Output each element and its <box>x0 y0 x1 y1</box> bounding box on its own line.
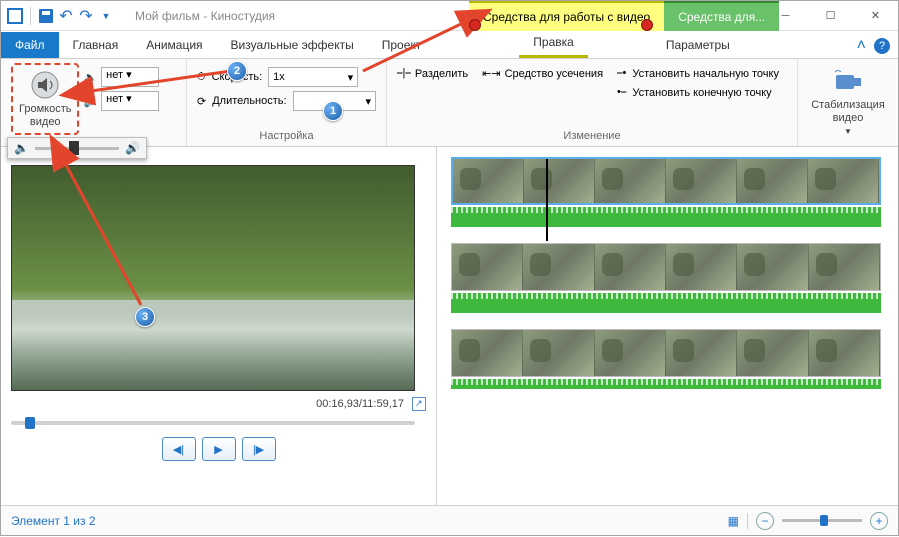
speaker-mute-icon: 🔈 <box>14 141 29 155</box>
tab-home[interactable]: Главная <box>59 32 133 58</box>
clip-3[interactable] <box>451 329 881 389</box>
play-button[interactable]: ▶ <box>202 437 236 461</box>
timeline-pane[interactable] <box>436 147 898 505</box>
set-start-point-button[interactable]: ⎯• Установить начальную точку <box>617 67 779 80</box>
zoom-controls: ▦ − + <box>728 512 888 530</box>
ribbon-group-editing: ⎯|⎯ Разделить ⇤⇥ Средство усечения ⎯• Ус… <box>387 59 798 146</box>
volume-slider-thumb[interactable] <box>69 141 79 155</box>
speed-icon: ⏱ <box>197 71 206 84</box>
split-button[interactable]: ⎯|⎯ Разделить <box>397 67 468 80</box>
trim-tool-button[interactable]: ⇤⇥ Средство усечения <box>482 67 603 80</box>
speaker-icon <box>29 69 61 101</box>
window-title: Мой фильм - Киностудия <box>135 9 275 23</box>
ribbon-group-stabilize: Стабилизация видео ▼ <box>798 59 898 146</box>
ribbon-help-group: ˄ ? <box>857 37 890 55</box>
duration-label: Длительность: <box>212 95 286 107</box>
zoom-out-button[interactable]: − <box>756 512 774 530</box>
clip-1[interactable] <box>451 157 881 227</box>
ribbon-group-settings: ⏱ Скорость: 1x▾ ⟳ Длительность: ▾ Настро… <box>187 59 387 146</box>
tab-project[interactable]: Проект <box>368 32 436 58</box>
save-icon[interactable] <box>38 8 54 24</box>
minimize-button[interactable]: ─ <box>763 1 808 30</box>
app-icon <box>7 8 23 24</box>
maximize-button[interactable]: ☐ <box>808 1 853 30</box>
status-bar: Элемент 1 из 2 ▦ − + <box>1 505 898 535</box>
tab-animation[interactable]: Анимация <box>132 32 216 58</box>
prev-frame-button[interactable]: ◀| <box>162 437 196 461</box>
clip-2[interactable] <box>451 243 881 313</box>
tab-file[interactable]: Файл <box>1 32 59 58</box>
title-bar: ↶ ↷ ▼ Мой фильм - Киностудия Средства дл… <box>1 1 898 31</box>
close-button[interactable]: ✕ <box>853 1 898 30</box>
tab-params[interactable]: Параметры <box>652 32 744 58</box>
clip-3-audio <box>451 379 881 389</box>
fadeout-select[interactable]: нет ▾ <box>101 91 159 111</box>
context-tab-group: Средства для работы с видео Средства для… <box>469 1 779 31</box>
annotation-marker-2: 2 <box>227 61 247 81</box>
speed-combo[interactable]: 1x▾ <box>268 67 358 87</box>
ribbon-group-audio: Громкость видео 🔈 нет ▾ 🔈 нет ▾ д <box>1 59 187 146</box>
settings-group-label: Настройка <box>197 130 376 144</box>
undo-icon[interactable]: ↶ <box>58 8 74 24</box>
playback-controls: ◀| ▶ |▶ <box>11 437 426 461</box>
fadein-icon: 🔈 <box>83 71 97 84</box>
redo-icon[interactable]: ↷ <box>78 8 94 24</box>
tab-effects[interactable]: Визуальные эффекты <box>217 32 368 58</box>
zoom-in-button[interactable]: + <box>870 512 888 530</box>
duration-icon: ⟳ <box>197 95 206 108</box>
camera-icon <box>832 65 864 97</box>
annotation-marker-1: 1 <box>323 101 343 121</box>
thumbnail-view-icon[interactable]: ▦ <box>728 514 739 528</box>
zoom-slider[interactable] <box>782 519 862 522</box>
video-preview[interactable] <box>11 165 415 391</box>
editing-group-label: Изменение <box>397 130 787 144</box>
clip-2-audio <box>451 293 881 313</box>
end-point-icon: •⎯ <box>617 86 626 99</box>
fade-controls: 🔈 нет ▾ 🔈 нет ▾ <box>83 63 159 111</box>
start-point-icon: ⎯• <box>617 67 626 80</box>
window-controls: ─ ☐ ✕ <box>763 1 898 30</box>
seek-thumb[interactable] <box>25 417 35 429</box>
status-element-count: Элемент 1 из 2 <box>11 514 96 528</box>
ribbon-tabs: Файл Главная Анимация Визуальные эффекты… <box>1 31 898 59</box>
preview-pane: 00:16,93/11:59,17 ◀| ▶ |▶ <box>1 147 436 505</box>
qat-dropdown-icon[interactable]: ▼ <box>98 8 114 24</box>
fullscreen-icon[interactable] <box>412 397 426 411</box>
speaker-loud-icon: 🔊 <box>125 141 140 155</box>
context-tab-video[interactable]: Средства для работы с видео <box>469 1 664 31</box>
annotation-dot-1 <box>469 19 481 31</box>
tab-edit[interactable]: Правка <box>519 29 588 58</box>
stabilize-label: Стабилизация видео <box>811 99 885 125</box>
annotation-marker-3: 3 <box>135 307 155 327</box>
quick-access-toolbar: ↶ ↷ ▼ <box>1 7 120 25</box>
collapse-ribbon-icon[interactable]: ˄ <box>857 37 866 55</box>
fadein-select[interactable]: нет ▾ <box>101 67 159 87</box>
video-volume-button[interactable]: Громкость видео <box>15 67 75 131</box>
help-icon[interactable]: ? <box>874 38 890 54</box>
clip-1-audio <box>451 207 881 227</box>
next-frame-button[interactable]: |▶ <box>242 437 276 461</box>
video-volume-label: Громкость видео <box>19 103 71 129</box>
volume-button-highlight: Громкость видео <box>11 63 79 135</box>
context-tab-music[interactable]: Средства для... <box>664 1 779 31</box>
split-icon: ⎯|⎯ <box>397 67 411 80</box>
stabilize-button[interactable]: Стабилизация видео ▼ <box>808 63 888 139</box>
content-area: 00:16,93/11:59,17 ◀| ▶ |▶ <box>1 147 898 505</box>
trim-icon: ⇤⇥ <box>482 67 500 80</box>
timeline-playhead[interactable] <box>546 159 548 241</box>
time-display: 00:16,93/11:59,17 <box>316 398 404 410</box>
volume-slider-popup: 🔈 🔊 <box>7 137 147 159</box>
set-end-point-button[interactable]: •⎯ Установить конечную точку <box>617 86 779 99</box>
fadeout-icon: 🔈 <box>83 95 97 108</box>
volume-slider[interactable] <box>35 147 119 150</box>
annotation-dot-2 <box>641 19 653 31</box>
ribbon: Громкость видео 🔈 нет ▾ 🔈 нет ▾ д ⏱ Скор… <box>1 59 898 147</box>
seek-bar[interactable] <box>11 421 415 425</box>
